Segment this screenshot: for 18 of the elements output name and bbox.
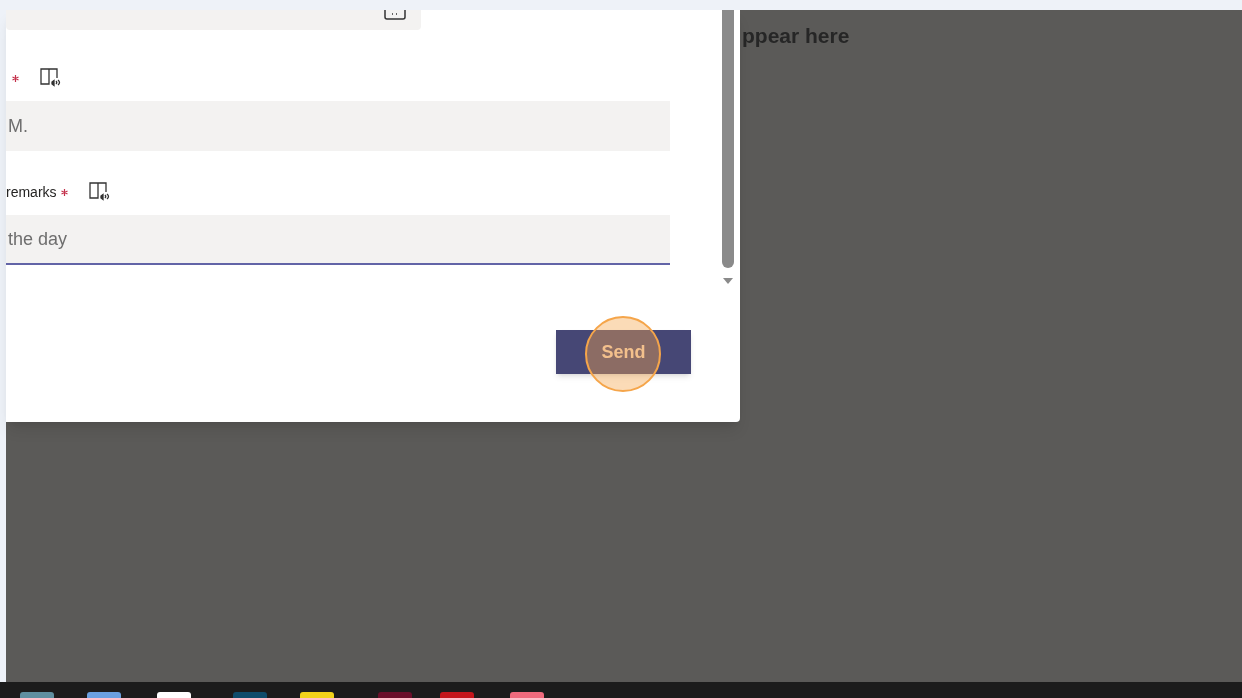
immersive-reader-icon[interactable] bbox=[39, 67, 63, 89]
date-field[interactable] bbox=[6, 10, 421, 30]
text-field[interactable]: M. bbox=[6, 101, 670, 151]
app-icon[interactable] bbox=[510, 692, 544, 698]
app-icon[interactable] bbox=[20, 692, 54, 698]
app-icon[interactable] bbox=[233, 692, 267, 698]
app-icon[interactable] bbox=[300, 692, 334, 698]
scrollbar[interactable] bbox=[722, 10, 734, 268]
text-field[interactable]: the day bbox=[6, 215, 670, 265]
scroll-down-icon[interactable] bbox=[722, 277, 734, 285]
app-icon[interactable] bbox=[87, 692, 121, 698]
send-button[interactable]: Send bbox=[556, 330, 691, 374]
app-icon[interactable] bbox=[378, 692, 412, 698]
app-icon[interactable] bbox=[440, 692, 474, 698]
field-label: remarks bbox=[6, 182, 57, 202]
immersive-reader-icon[interactable] bbox=[87, 181, 112, 203]
app-icon[interactable] bbox=[157, 692, 191, 698]
calendar-icon[interactable] bbox=[384, 10, 406, 20]
